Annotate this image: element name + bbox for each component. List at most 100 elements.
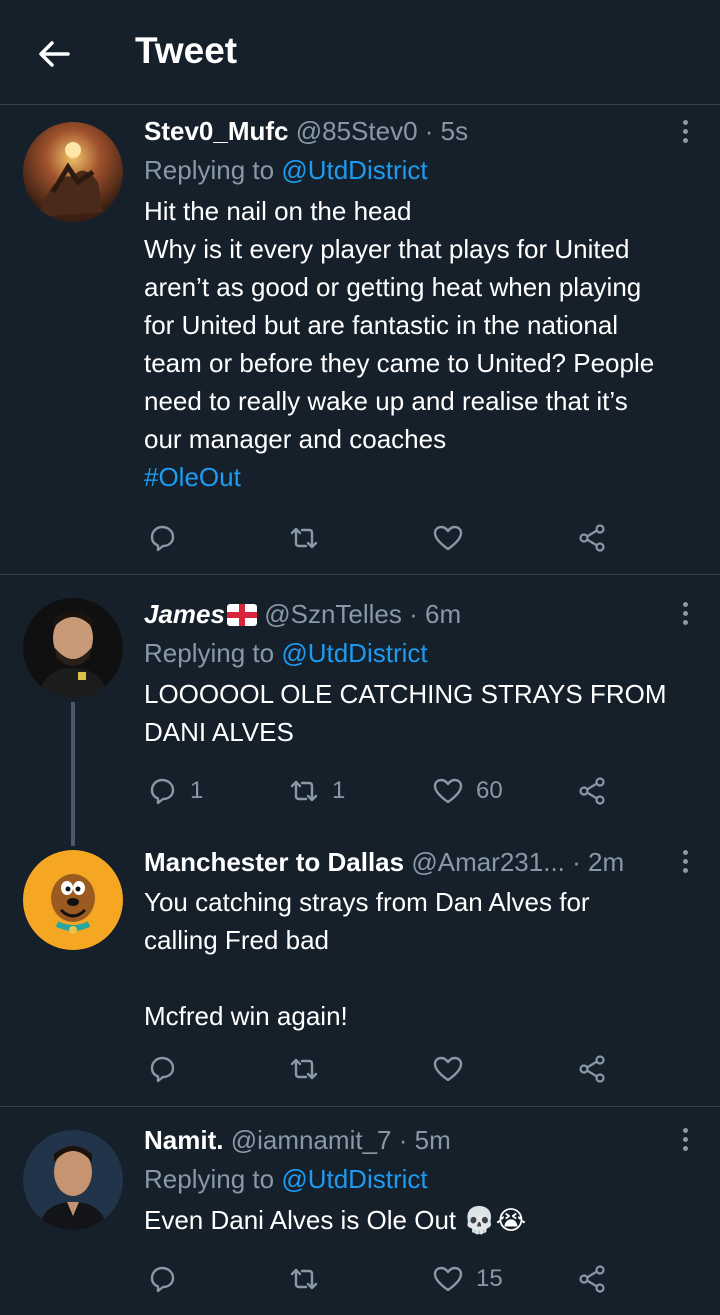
- handle[interactable]: @iamnamit_7: [231, 1125, 392, 1155]
- tweet-actions: 1 1 60: [144, 771, 614, 811]
- share-icon: [579, 1055, 605, 1083]
- like-count: 15: [476, 1265, 503, 1292]
- england-flag-icon: [226, 604, 257, 626]
- tweet-meta: Namit. @iamnamit_7 · 5m: [144, 1123, 670, 1157]
- share-button[interactable]: [576, 1049, 608, 1089]
- replying-to: Replying to @UtdDistrict: [144, 152, 670, 188]
- replying-to-label: Replying to: [144, 1164, 275, 1194]
- more-options-button[interactable]: [680, 602, 690, 628]
- avatar[interactable]: [23, 122, 123, 222]
- tweet-meta: James @SznTelles · 6m: [144, 597, 670, 631]
- mention-link[interactable]: @UtdDistrict: [281, 1164, 427, 1194]
- retweet-icon: [290, 527, 318, 549]
- more-options-button[interactable]: [680, 1128, 690, 1154]
- like-count: 60: [476, 777, 503, 804]
- avatar-image: [23, 122, 123, 222]
- avatar[interactable]: [23, 598, 123, 698]
- reply-icon: [150, 778, 175, 805]
- mention-link[interactable]: @UtdDistrict: [281, 155, 427, 185]
- replying-to-label: Replying to: [144, 638, 275, 668]
- hashtag-link[interactable]: #OleOut: [144, 462, 241, 492]
- thread-line: [71, 702, 75, 846]
- like-button[interactable]: 15: [432, 1259, 503, 1299]
- timestamp: · 5m: [398, 1125, 451, 1155]
- tweet-text: LOOOOOL OLE CATCHING STRAYS FROM DANI AL…: [144, 679, 667, 747]
- tweet-text-body: Even Dani Alves is Ole Out: [144, 1205, 457, 1235]
- avatar[interactable]: [23, 850, 123, 950]
- tweet-meta: Stev0_Mufc @85Stev0 · 5s: [144, 114, 670, 148]
- reply-icon: [150, 525, 175, 552]
- tweet-content: James @SznTelles · 6m Replying to @UtdDi…: [144, 597, 670, 751]
- page-title: Tweet: [135, 30, 238, 71]
- retweet-count: 1: [332, 777, 346, 804]
- like-icon: [433, 1056, 463, 1082]
- tweet-content: Namit. @iamnamit_7 · 5m Replying to @Utd…: [144, 1123, 670, 1239]
- timestamp: · 6m: [409, 599, 462, 629]
- share-icon: [579, 524, 605, 552]
- retweet-icon: [290, 1058, 318, 1080]
- tweet-text: Even Dani Alves is Ole Out 💀😭: [144, 1201, 670, 1239]
- retweet-button[interactable]: 1: [288, 771, 345, 811]
- tweet-actions: [144, 518, 614, 558]
- timestamp: · 2m: [572, 847, 625, 877]
- retweet-icon: [290, 780, 318, 802]
- more-options-button[interactable]: [680, 850, 690, 876]
- more-icon: [682, 850, 688, 855]
- display-name[interactable]: Namit.: [144, 1125, 223, 1155]
- display-name[interactable]: James: [144, 599, 225, 629]
- like-button[interactable]: [432, 518, 476, 558]
- mention-link[interactable]: @UtdDistrict: [281, 638, 427, 668]
- tweet-text: Hit the nail on the head Why is it every…: [144, 192, 670, 496]
- retweet-button[interactable]: [288, 1049, 332, 1089]
- replying-to: Replying to @UtdDistrict: [144, 1161, 670, 1197]
- like-icon: [433, 1266, 463, 1292]
- handle[interactable]: @SznTelles: [264, 599, 402, 629]
- back-button[interactable]: [34, 34, 74, 74]
- header: Tweet: [0, 0, 720, 105]
- share-button[interactable]: [576, 771, 608, 811]
- avatar-image: [23, 1130, 123, 1230]
- avatar-image: [23, 850, 123, 950]
- like-button[interactable]: 60: [432, 771, 503, 811]
- retweet-button[interactable]: [288, 518, 332, 558]
- avatar[interactable]: [23, 1130, 123, 1230]
- retweet-icon: [290, 1268, 318, 1290]
- tweet-actions: [144, 1049, 614, 1089]
- share-icon: [579, 1265, 605, 1293]
- timestamp: · 5s: [424, 116, 469, 146]
- reply-button[interactable]: 1: [146, 771, 203, 811]
- retweet-button[interactable]: [288, 1259, 332, 1299]
- more-icon: [682, 1128, 688, 1133]
- tweet-meta: Manchester to Dallas @Amar231... · 2m: [144, 845, 670, 879]
- share-button[interactable]: [576, 1259, 608, 1299]
- back-arrow-icon: [39, 41, 70, 67]
- more-icon: [682, 602, 688, 607]
- divider: [0, 574, 720, 575]
- more-icon: [682, 120, 688, 125]
- share-icon: [579, 777, 605, 805]
- replying-to: Replying to @UtdDistrict: [144, 635, 670, 671]
- reply-icon: [150, 1266, 175, 1293]
- share-button[interactable]: [576, 518, 608, 558]
- like-icon: [433, 525, 463, 551]
- display-name[interactable]: Stev0_Mufc: [144, 116, 289, 146]
- avatar-image: [23, 598, 123, 698]
- tweet-actions: 15: [144, 1259, 614, 1299]
- reply-count: 1: [190, 777, 204, 804]
- display-name[interactable]: Manchester to Dallas: [144, 847, 404, 877]
- more-options-button[interactable]: [680, 120, 690, 146]
- tweet-content: Stev0_Mufc @85Stev0 · 5s Replying to @Ut…: [144, 114, 670, 496]
- replying-to-label: Replying to: [144, 155, 275, 185]
- reply-button[interactable]: [146, 518, 190, 558]
- like-icon: [433, 778, 463, 804]
- reply-button[interactable]: [146, 1259, 190, 1299]
- emoji: 💀😭: [463, 1205, 527, 1235]
- reply-icon: [150, 1056, 175, 1083]
- tweet-content: Manchester to Dallas @Amar231... · 2m Yo…: [144, 845, 670, 1035]
- reply-button[interactable]: [146, 1049, 190, 1089]
- handle[interactable]: @85Stev0: [296, 116, 418, 146]
- tweet-text: You catching strays from Dan Alves for c…: [144, 887, 590, 1031]
- handle[interactable]: @Amar231...: [411, 847, 565, 877]
- like-button[interactable]: [432, 1049, 476, 1089]
- divider: [0, 1106, 720, 1107]
